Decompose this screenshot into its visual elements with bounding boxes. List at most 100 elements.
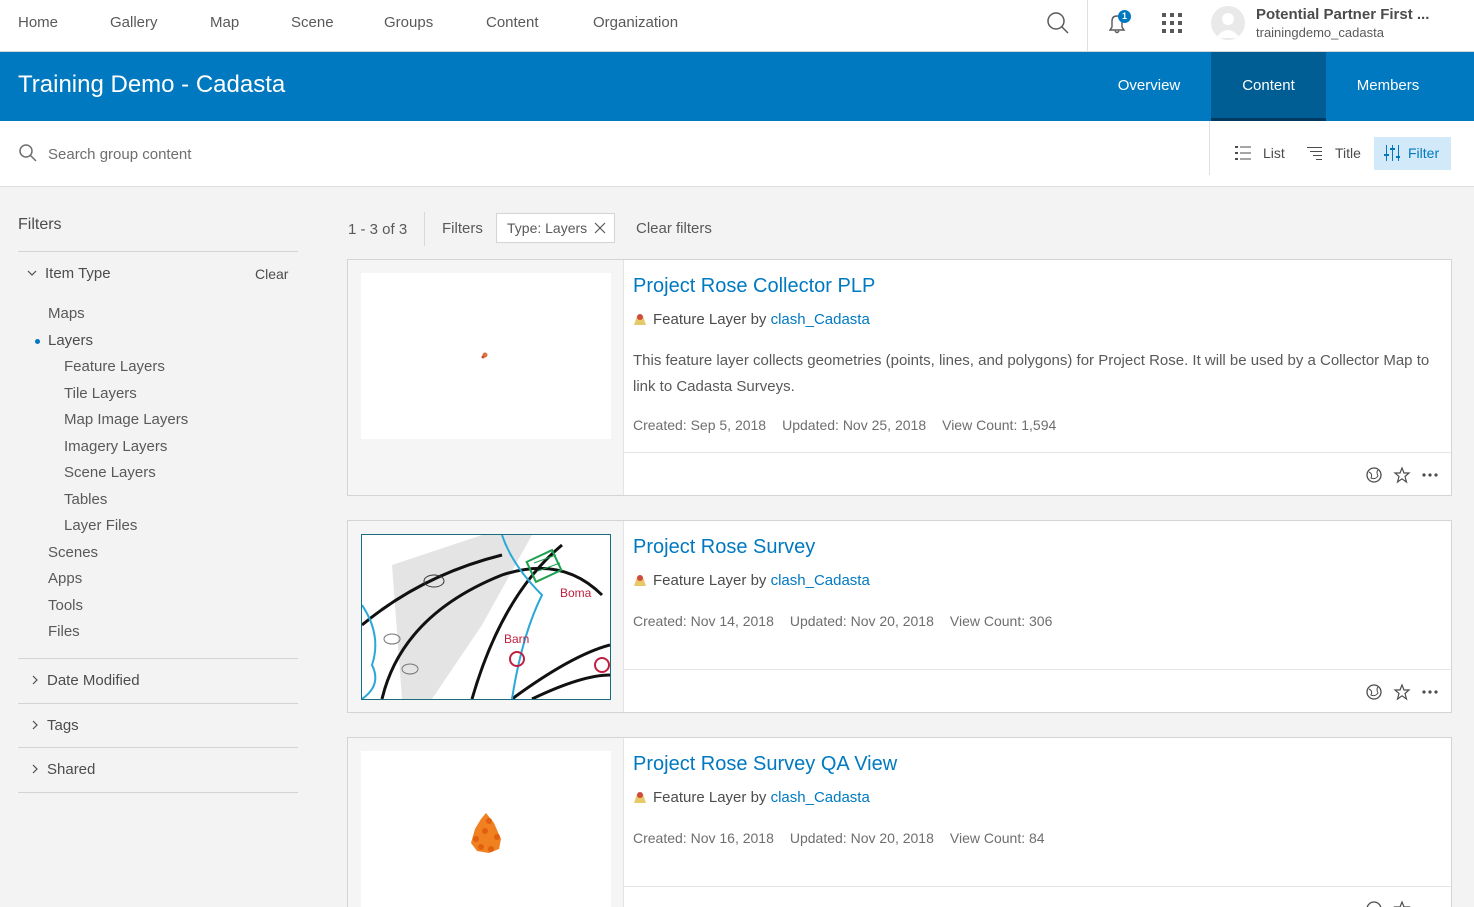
item-type-clear-link[interactable]: Clear xyxy=(255,266,288,282)
results-count: 1 - 3 of 3 xyxy=(348,221,408,238)
shared-toggle[interactable]: Shared xyxy=(30,761,95,778)
nav-organization[interactable]: Organization xyxy=(593,0,678,46)
item-title-link[interactable]: Project Rose Survey QA View xyxy=(633,753,897,776)
item-thumbnail[interactable]: Boma Barn xyxy=(361,534,611,700)
nav-home[interactable]: Home xyxy=(18,0,58,46)
owner-link[interactable]: clash_Cadasta xyxy=(771,311,870,328)
globe-icon[interactable] xyxy=(1365,466,1383,484)
item-title-link[interactable]: Project Rose Collector PLP xyxy=(633,275,875,298)
item-description: This feature layer collects geometries (… xyxy=(633,352,1430,395)
card-actions xyxy=(624,452,1451,495)
tab-members[interactable]: Members xyxy=(1336,52,1440,121)
filter-tools[interactable]: Tools xyxy=(48,597,83,614)
chevron-right-icon xyxy=(30,674,47,688)
filter-tile-layers[interactable]: Tile Layers xyxy=(64,385,137,402)
item-type-label: Feature Layer xyxy=(653,789,747,806)
updated-date: Updated: Nov 20, 2018 xyxy=(789,830,934,846)
item-title-link[interactable]: Project Rose Survey xyxy=(633,536,815,559)
group-title: Training Demo - Cadasta xyxy=(18,71,286,98)
filter-feature-layers[interactable]: Feature Layers xyxy=(64,358,165,375)
nav-map[interactable]: Map xyxy=(210,0,239,46)
tags-toggle[interactable]: Tags xyxy=(30,717,79,734)
view-count: View Count: 1,594 xyxy=(942,417,1057,433)
item-metadata: Created: Nov 14, 2018 Updated: Nov 20, 20… xyxy=(633,613,1068,629)
star-icon[interactable] xyxy=(1393,683,1411,701)
list-icon xyxy=(1235,146,1251,160)
filter-maps[interactable]: Maps xyxy=(48,305,85,322)
globe-icon[interactable] xyxy=(1365,683,1383,701)
active-filters-label: Filters xyxy=(442,220,483,237)
search-icon[interactable] xyxy=(1045,10,1071,36)
app-launcher-grid-icon[interactable] xyxy=(1161,12,1183,34)
owner-link[interactable]: clash_Cadasta xyxy=(771,789,870,806)
nav-gallery[interactable]: Gallery xyxy=(110,0,158,46)
filter-scenes[interactable]: Scenes xyxy=(48,544,98,561)
divider xyxy=(18,792,298,793)
sort-title-button[interactable]: Title xyxy=(1307,137,1363,170)
user-avatar[interactable] xyxy=(1211,6,1245,40)
filter-scene-layers[interactable]: Scene Layers xyxy=(64,464,156,481)
search-group-content-input[interactable] xyxy=(48,141,748,167)
date-modified-label: Date Modified xyxy=(47,672,140,689)
thumbnail-area xyxy=(348,260,624,495)
list-label: List xyxy=(1263,145,1285,161)
shared-label: Shared xyxy=(47,761,96,778)
item-type-line: Feature Layer by clash_Cadasta xyxy=(633,789,870,806)
item-type-line: Feature Layer by clash_Cadasta xyxy=(633,572,870,589)
filter-layer-files[interactable]: Layer Files xyxy=(64,517,137,534)
search-toolbar: List Title Filter xyxy=(0,121,1474,187)
created-date: Created: Nov 14, 2018 xyxy=(633,613,774,629)
more-options-icon[interactable] xyxy=(1421,683,1439,701)
item-thumbnail[interactable] xyxy=(361,751,611,907)
view-count: View Count: 84 xyxy=(949,830,1045,846)
item-type-label: Feature Layer xyxy=(653,311,747,328)
nav-content[interactable]: Content xyxy=(486,0,539,46)
filter-toggle-button[interactable]: Filter xyxy=(1374,137,1451,170)
filter-layers[interactable]: Layers xyxy=(48,332,93,349)
star-icon[interactable] xyxy=(1393,900,1411,907)
more-options-icon[interactable] xyxy=(1421,466,1439,484)
user-username: trainingdemo_cadasta xyxy=(1256,25,1384,40)
item-metadata: Created: Nov 16, 2018 Updated: Nov 20, 20… xyxy=(633,830,1061,846)
filter-imagery-layers[interactable]: Imagery Layers xyxy=(64,438,167,455)
filter-files[interactable]: Files xyxy=(48,623,80,640)
list-view-button[interactable]: List xyxy=(1235,137,1295,170)
user-display-name[interactable]: Potential Partner First ... xyxy=(1256,6,1429,23)
filter-map-image-layers[interactable]: Map Image Layers xyxy=(64,411,188,428)
filter-label: Filter xyxy=(1408,145,1440,161)
search-icon xyxy=(18,143,38,163)
more-options-icon[interactable] xyxy=(1421,900,1439,907)
by-label: by xyxy=(750,572,767,589)
by-label: by xyxy=(750,789,767,806)
item-thumbnail[interactable] xyxy=(361,273,611,439)
title-label: Title xyxy=(1335,145,1361,161)
thumbnail-area: Boma Barn xyxy=(348,521,624,712)
filter-apps[interactable]: Apps xyxy=(48,570,82,587)
globe-icon[interactable] xyxy=(1365,900,1383,907)
tab-content[interactable]: Content xyxy=(1211,52,1326,121)
group-header: Training Demo - Cadasta Overview Content… xyxy=(0,52,1474,121)
divider xyxy=(18,251,298,252)
svg-text:Barn: Barn xyxy=(504,632,529,646)
nav-groups[interactable]: Groups xyxy=(384,0,433,46)
filter-tables[interactable]: Tables xyxy=(64,491,107,508)
owner-link[interactable]: clash_Cadasta xyxy=(771,572,870,589)
nav-divider xyxy=(1087,0,1088,51)
notification-badge: 1 xyxy=(1118,10,1131,23)
nav-scene[interactable]: Scene xyxy=(291,0,334,46)
clear-filters-link[interactable]: Clear filters xyxy=(636,220,712,237)
filter-sliders-icon xyxy=(1384,145,1400,161)
chevron-right-icon xyxy=(30,719,47,733)
thumbnail-area xyxy=(348,738,624,907)
filter-chip-type-layers[interactable]: Type: Layers xyxy=(496,213,615,243)
tab-overview[interactable]: Overview xyxy=(1095,52,1203,121)
selected-indicator xyxy=(35,339,40,344)
feature-layer-icon xyxy=(633,790,647,804)
star-icon[interactable] xyxy=(1393,466,1411,484)
created-date: Created: Nov 16, 2018 xyxy=(633,830,774,846)
filter-chip-label: Type: Layers xyxy=(507,220,588,236)
item-type-toggle[interactable]: Item Type xyxy=(27,265,111,282)
date-modified-toggle[interactable]: Date Modified xyxy=(30,672,140,689)
svg-text:Boma: Boma xyxy=(560,586,592,600)
close-icon[interactable] xyxy=(594,214,606,251)
